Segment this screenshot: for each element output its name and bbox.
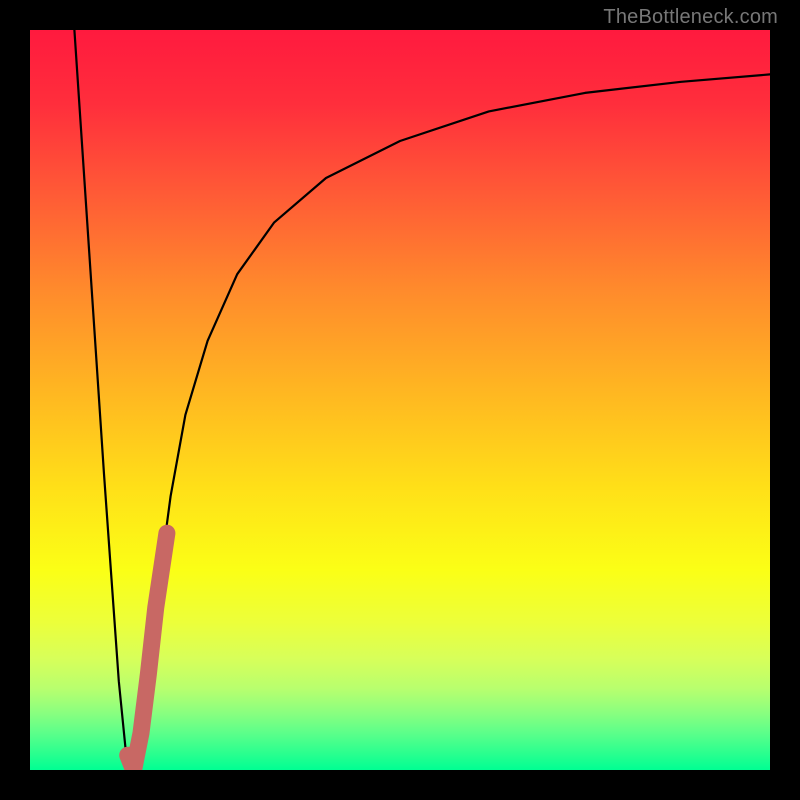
bottleneck-curve	[74, 30, 770, 770]
plot-area	[30, 30, 770, 770]
highlight-segment	[128, 533, 167, 770]
curve-layer	[30, 30, 770, 770]
chart-frame: TheBottleneck.com	[0, 0, 800, 800]
watermark-text: TheBottleneck.com	[603, 6, 778, 29]
